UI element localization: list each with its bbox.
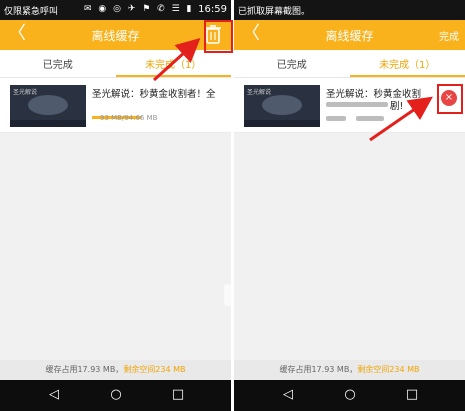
- annotation-arrows: [152, 37, 433, 142]
- arrow-to-delete: [369, 96, 433, 142]
- arrow-to-trash: [152, 37, 201, 82]
